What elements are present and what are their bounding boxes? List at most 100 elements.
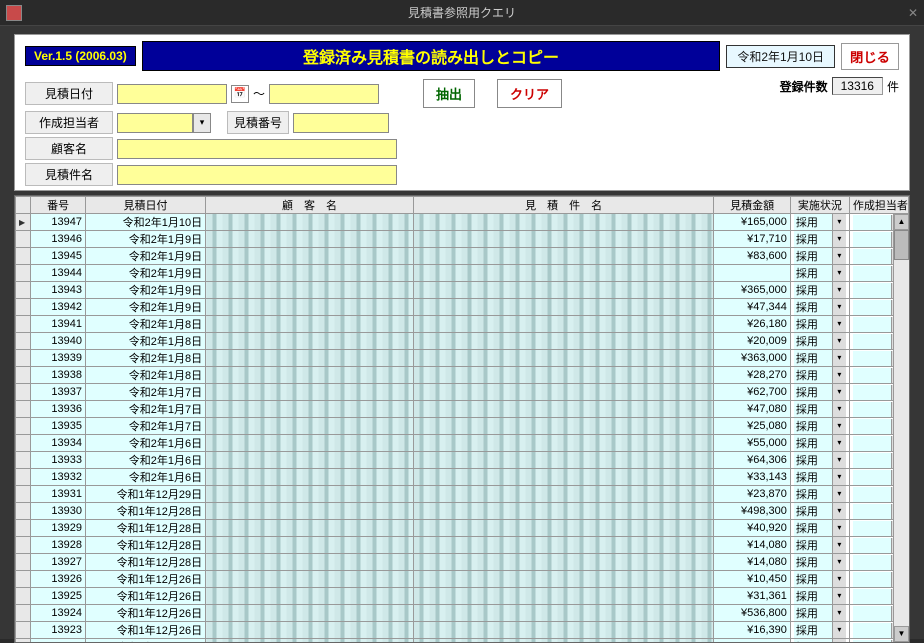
vertical-scrollbar[interactable]: ▲ ▼: [893, 214, 909, 642]
table-row[interactable]: 13945令和2年1月9日xxxxxxxxxxxxxxxxxx¥83,600採用…: [16, 248, 909, 265]
cell-status[interactable]: 採用▾: [790, 299, 849, 316]
table-row[interactable]: 13933令和2年1月6日xxxxxxxxxxxxxxxxxx¥64,306採用…: [16, 452, 909, 469]
row-selector[interactable]: [16, 537, 31, 554]
cell-status[interactable]: 採用▾: [790, 435, 849, 452]
row-selector[interactable]: [16, 350, 31, 367]
cell-status[interactable]: 採用▾: [790, 486, 849, 503]
cell-status[interactable]: 採用▾: [790, 248, 849, 265]
chevron-down-icon[interactable]: ▾: [832, 554, 846, 570]
clear-button[interactable]: クリア: [497, 79, 562, 108]
col-amount[interactable]: 見積金額: [714, 197, 791, 214]
row-selector[interactable]: [16, 554, 31, 571]
table-row[interactable]: 13941令和2年1月8日xxxxxxxxxxxxxxxxxx¥26,180採用…: [16, 316, 909, 333]
col-item[interactable]: 見 積 件 名: [413, 197, 714, 214]
table-row[interactable]: 13932令和2年1月6日xxxxxxxxxxxxxxxxxx¥33,143採用…: [16, 469, 909, 486]
cell-status[interactable]: 採用▾: [790, 333, 849, 350]
row-selector[interactable]: [16, 248, 31, 265]
scroll-up-icon[interactable]: ▲: [894, 214, 909, 230]
chevron-down-icon[interactable]: ▾: [832, 571, 846, 587]
row-selector[interactable]: [16, 503, 31, 520]
chevron-down-icon[interactable]: ▾: [832, 639, 846, 643]
table-row[interactable]: 13930令和1年12月28日xxxxxxxxxxxxxxxxxx¥498,30…: [16, 503, 909, 520]
cell-status[interactable]: 採用▾: [790, 231, 849, 248]
row-selector[interactable]: [16, 418, 31, 435]
row-selector[interactable]: [16, 333, 31, 350]
calendar-icon[interactable]: 📅: [231, 85, 249, 103]
col-person[interactable]: 作成担当者: [849, 197, 908, 214]
cell-status[interactable]: 採用▾: [790, 316, 849, 333]
row-selector[interactable]: [16, 622, 31, 639]
table-row[interactable]: 13928令和1年12月28日xxxxxxxxxxxxxxxxxx¥14,080…: [16, 537, 909, 554]
cell-status[interactable]: 採用▾: [790, 452, 849, 469]
table-row[interactable]: 13924令和1年12月26日xxxxxxxxxxxxxxxxxx¥536,80…: [16, 605, 909, 622]
table-row[interactable]: 13939令和2年1月8日xxxxxxxxxxxxxxxxxx¥363,000採…: [16, 350, 909, 367]
chevron-down-icon[interactable]: ▾: [832, 486, 846, 502]
row-selector[interactable]: [16, 605, 31, 622]
table-row[interactable]: 13943令和2年1月9日xxxxxxxxxxxxxxxxxx¥365,000採…: [16, 282, 909, 299]
cell-status[interactable]: 採用▾: [790, 588, 849, 605]
chevron-down-icon[interactable]: ▾: [832, 469, 846, 485]
subject-input[interactable]: [117, 165, 397, 185]
table-row[interactable]: 13940令和2年1月8日xxxxxxxxxxxxxxxxxx¥20,009採用…: [16, 333, 909, 350]
date-to-input[interactable]: [269, 84, 379, 104]
cell-status[interactable]: 採用▾: [790, 401, 849, 418]
chevron-down-icon[interactable]: ▾: [832, 214, 846, 230]
row-selector[interactable]: [16, 639, 31, 643]
date-from-input[interactable]: [117, 84, 227, 104]
customer-input[interactable]: [117, 139, 397, 159]
chevron-down-icon[interactable]: ▾: [832, 231, 846, 247]
row-selector[interactable]: [16, 469, 31, 486]
chevron-down-icon[interactable]: ▾: [832, 299, 846, 315]
chevron-down-icon[interactable]: ▾: [832, 367, 846, 383]
cell-status[interactable]: 採用▾: [790, 605, 849, 622]
cell-status[interactable]: 採用▾: [790, 418, 849, 435]
chevron-down-icon[interactable]: ▾: [832, 282, 846, 298]
table-row[interactable]: 13936令和2年1月7日xxxxxxxxxxxxxxxxxx¥47,080採用…: [16, 401, 909, 418]
cell-status[interactable]: 採用▾: [790, 503, 849, 520]
chevron-down-icon[interactable]: ▾: [832, 622, 846, 638]
col-customer[interactable]: 顧 客 名: [206, 197, 414, 214]
chevron-down-icon[interactable]: ▾: [832, 248, 846, 264]
scroll-thumb[interactable]: [894, 230, 909, 260]
table-row[interactable]: 13931令和1年12月29日xxxxxxxxxxxxxxxxxx¥23,870…: [16, 486, 909, 503]
close-button[interactable]: 閉じる: [841, 43, 899, 70]
table-row[interactable]: 13935令和2年1月7日xxxxxxxxxxxxxxxxxx¥25,080採用…: [16, 418, 909, 435]
chevron-down-icon[interactable]: ▾: [832, 265, 846, 281]
table-row[interactable]: 13947令和2年1月10日xxxxxxxxxxxxxxxxxx¥165,000…: [16, 214, 909, 231]
chevron-down-icon[interactable]: ▾: [832, 605, 846, 621]
cell-status[interactable]: 採用▾: [790, 639, 849, 643]
cell-status[interactable]: 採用▾: [790, 554, 849, 571]
row-selector[interactable]: [16, 401, 31, 418]
chevron-down-icon[interactable]: ▾: [832, 384, 846, 400]
table-row[interactable]: 13946令和2年1月9日xxxxxxxxxxxxxxxxxx¥17,710採用…: [16, 231, 909, 248]
cell-status[interactable]: 採用▾: [790, 537, 849, 554]
cell-status[interactable]: 採用▾: [790, 282, 849, 299]
row-selector[interactable]: [16, 571, 31, 588]
table-row[interactable]: 13921令和1年12月25日xxxxxxxxxxxxxxxxxx¥125,51…: [16, 639, 909, 643]
chevron-down-icon[interactable]: ▾: [832, 350, 846, 366]
row-selector[interactable]: [16, 316, 31, 333]
row-selector[interactable]: [16, 384, 31, 401]
row-selector[interactable]: [16, 231, 31, 248]
table-row[interactable]: 13925令和1年12月26日xxxxxxxxxxxxxxxxxx¥31,361…: [16, 588, 909, 605]
chevron-down-icon[interactable]: ▾: [832, 588, 846, 604]
scroll-down-icon[interactable]: ▼: [894, 626, 909, 642]
cell-status[interactable]: 採用▾: [790, 469, 849, 486]
cell-status[interactable]: 採用▾: [790, 384, 849, 401]
row-selector[interactable]: [16, 435, 31, 452]
cell-status[interactable]: 採用▾: [790, 214, 849, 231]
row-selector[interactable]: [16, 588, 31, 605]
row-selector[interactable]: [16, 520, 31, 537]
cell-status[interactable]: 採用▾: [790, 350, 849, 367]
chevron-down-icon[interactable]: ▾: [832, 418, 846, 434]
row-selector[interactable]: [16, 214, 31, 231]
row-selector[interactable]: [16, 299, 31, 316]
chevron-down-icon[interactable]: ▾: [832, 435, 846, 451]
table-row[interactable]: 13923令和1年12月26日xxxxxxxxxxxxxxxxxx¥16,390…: [16, 622, 909, 639]
col-date[interactable]: 見積日付: [85, 197, 205, 214]
table-row[interactable]: 13929令和1年12月28日xxxxxxxxxxxxxxxxxx¥40,920…: [16, 520, 909, 537]
table-row[interactable]: 13937令和2年1月7日xxxxxxxxxxxxxxxxxx¥62,700採用…: [16, 384, 909, 401]
chevron-down-icon[interactable]: ▾: [832, 401, 846, 417]
table-row[interactable]: 13927令和1年12月28日xxxxxxxxxxxxxxxxxx¥14,080…: [16, 554, 909, 571]
cell-status[interactable]: 採用▾: [790, 622, 849, 639]
